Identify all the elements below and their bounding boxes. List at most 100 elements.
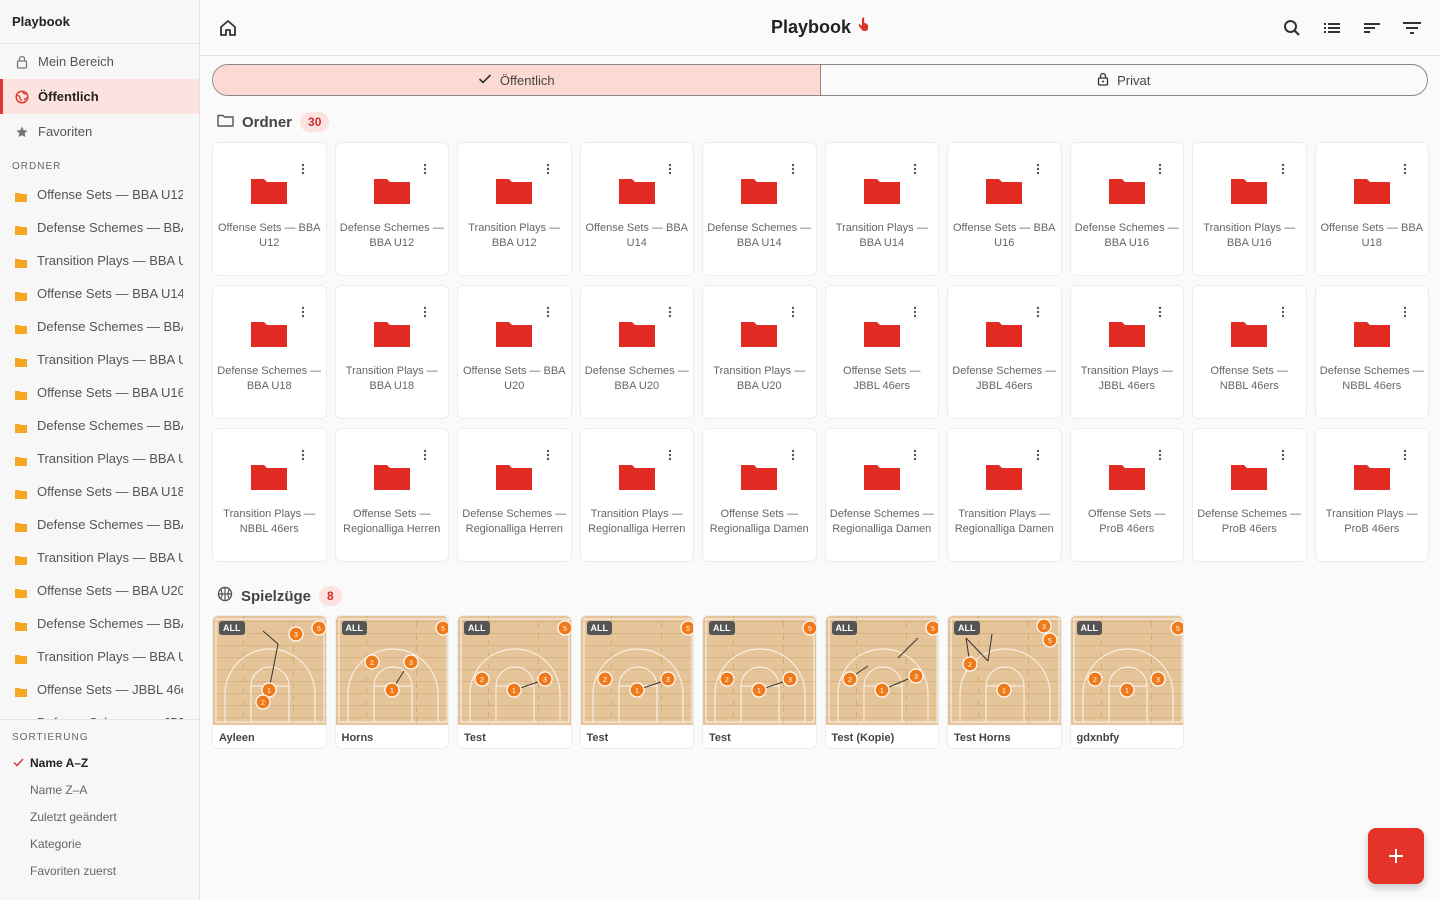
visibility-public-button[interactable]: Öffentlich — [213, 65, 821, 95]
folder-card[interactable]: Transition Plays — BBA U14 — [824, 142, 939, 276]
sort-option[interactable]: Kategorie — [0, 830, 199, 857]
more-options-icon[interactable] — [422, 306, 428, 318]
sidebar-folder-item[interactable]: Offense Sets — BBA U12 — [0, 178, 199, 211]
folder-card[interactable]: Defense Schemes — JBBL 46ers — [947, 285, 1062, 419]
sidebar-folder-item[interactable]: Transition Plays — BBA U12 — [0, 244, 199, 277]
folder-card[interactable]: Transition Plays — BBA U18 — [334, 285, 449, 419]
folder-card[interactable]: Offense Sets — Regionalliga Damen — [702, 428, 817, 562]
sort-option[interactable]: Favoriten zuerst — [0, 857, 199, 884]
more-options-icon[interactable] — [422, 163, 428, 175]
more-options-icon[interactable] — [790, 449, 796, 461]
more-options-icon[interactable] — [1280, 306, 1286, 318]
folder-card[interactable]: Offense Sets — BBA U12 — [212, 142, 327, 276]
sidebar-folder-item[interactable]: Defense Schemes — BBA U18 — [0, 508, 199, 541]
home-icon[interactable] — [218, 18, 238, 38]
more-options-icon[interactable] — [1280, 449, 1286, 461]
folder-card[interactable]: Defense Schemes — BBA U14 — [702, 142, 817, 276]
folder-card[interactable]: Transition Plays — Regionalliga Herren — [579, 428, 694, 562]
visibility-private-button[interactable]: Privat — [821, 65, 1428, 95]
folder-card[interactable]: Defense Schemes — ProB 46ers — [1192, 428, 1307, 562]
more-options-icon[interactable] — [1402, 163, 1408, 175]
more-options-icon[interactable] — [300, 306, 306, 318]
more-options-icon[interactable] — [1157, 306, 1163, 318]
folder-card[interactable]: Offense Sets — BBA U18 — [1314, 142, 1429, 276]
folder-card[interactable]: Offense Sets — BBA U16 — [947, 142, 1062, 276]
more-options-icon[interactable] — [667, 449, 673, 461]
more-options-icon[interactable] — [1402, 449, 1408, 461]
more-options-icon[interactable] — [1280, 163, 1286, 175]
folder-card[interactable]: Transition Plays — NBBL 46ers — [212, 428, 327, 562]
more-options-icon[interactable] — [1157, 449, 1163, 461]
folder-card[interactable]: Transition Plays — BBA U20 — [702, 285, 817, 419]
more-options-icon[interactable] — [545, 306, 551, 318]
folder-card[interactable]: Transition Plays — ProB 46ers — [1314, 428, 1429, 562]
more-options-icon[interactable] — [1157, 163, 1163, 175]
more-options-icon[interactable] — [300, 163, 306, 175]
play-card[interactable]: 3 1 2 5 ALL Ayleen — [212, 615, 327, 749]
folder-card[interactable]: Defense Schemes — BBA U20 — [579, 285, 694, 419]
folder-card[interactable]: Transition Plays — Regionalliga Damen — [947, 428, 1062, 562]
sidebar-folder-item[interactable]: Defense Schemes — JBBL 46ers — [0, 706, 199, 719]
folder-card[interactable]: Defense Schemes — BBA U12 — [334, 142, 449, 276]
folder-card[interactable]: Offense Sets — JBBL 46ers — [824, 285, 939, 419]
folder-card[interactable]: Transition Plays — BBA U12 — [457, 142, 572, 276]
more-options-icon[interactable] — [912, 306, 918, 318]
sidebar-folder-item[interactable]: Defense Schemes — BBA U14 — [0, 310, 199, 343]
folder-card[interactable]: Offense Sets — BBA U14 — [579, 142, 694, 276]
play-card[interactable]: 2 1 3 5 ALL Test Horns — [947, 615, 1062, 749]
more-options-icon[interactable] — [1035, 163, 1041, 175]
more-options-icon[interactable] — [1035, 449, 1041, 461]
folder-card[interactable]: Defense Schemes — Regionalliga Damen — [824, 428, 939, 562]
more-options-icon[interactable] — [790, 306, 796, 318]
more-options-icon[interactable] — [667, 306, 673, 318]
sidebar-folder-item[interactable]: Offense Sets — BBA U20 — [0, 574, 199, 607]
play-card[interactable]: 2 3 1 5 ALL Test — [457, 615, 572, 749]
more-options-icon[interactable] — [912, 449, 918, 461]
more-options-icon[interactable] — [422, 449, 428, 461]
folder-card[interactable]: Defense Schemes — BBA U16 — [1069, 142, 1184, 276]
sidebar-folder-item[interactable]: Defense Schemes — BBA U20 — [0, 607, 199, 640]
sidebar-folder-item[interactable]: Offense Sets — BBA U16 — [0, 376, 199, 409]
sort-icon[interactable] — [1362, 18, 1382, 38]
sidebar-item-favoriten[interactable]: Favoriten — [0, 114, 199, 149]
list-view-icon[interactable] — [1322, 18, 1342, 38]
sidebar-folder-item[interactable]: Transition Plays — BBA U16 — [0, 442, 199, 475]
folder-card[interactable]: Defense Schemes — BBA U18 — [212, 285, 327, 419]
more-options-icon[interactable] — [300, 449, 306, 461]
more-options-icon[interactable] — [1402, 306, 1408, 318]
sidebar-item-oeffentlich[interactable]: Öffentlich — [0, 79, 199, 114]
add-button[interactable] — [1368, 828, 1424, 884]
sidebar-folder-item[interactable]: Transition Plays — BBA U18 — [0, 541, 199, 574]
folder-card[interactable]: Defense Schemes — Regionalliga Herren — [457, 428, 572, 562]
more-options-icon[interactable] — [545, 449, 551, 461]
sidebar-folder-item[interactable]: Transition Plays — BBA U20 — [0, 640, 199, 673]
more-options-icon[interactable] — [545, 163, 551, 175]
sidebar-item-mein-bereich[interactable]: Mein Bereich — [0, 44, 199, 79]
sidebar-folder-item[interactable]: Defense Schemes — BBA U16 — [0, 409, 199, 442]
more-options-icon[interactable] — [912, 163, 918, 175]
sidebar-folder-item[interactable]: Offense Sets — BBA U18 — [0, 475, 199, 508]
filter-icon[interactable] — [1402, 18, 1422, 38]
folder-card[interactable]: Transition Plays — JBBL 46ers — [1069, 285, 1184, 419]
folder-card[interactable]: Offense Sets — BBA U20 — [457, 285, 572, 419]
play-card[interactable]: 2 3 1 5 ALL gdxnbfy — [1069, 615, 1184, 749]
play-card[interactable]: 2 3 1 5 ALL Test (Kopie) — [824, 615, 939, 749]
play-card[interactable]: 2 3 1 5 ALL Test — [579, 615, 694, 749]
folder-card[interactable]: Offense Sets — NBBL 46ers — [1192, 285, 1307, 419]
more-options-icon[interactable] — [1035, 306, 1041, 318]
more-options-icon[interactable] — [790, 163, 796, 175]
folder-card[interactable]: Transition Plays — BBA U16 — [1192, 142, 1307, 276]
sidebar-folder-item[interactable]: Transition Plays — BBA U14 — [0, 343, 199, 376]
search-icon[interactable] — [1282, 18, 1302, 38]
play-card[interactable]: 2 3 1 5 ALL Test — [702, 615, 817, 749]
folder-card[interactable]: Offense Sets — ProB 46ers — [1069, 428, 1184, 562]
sort-option[interactable]: Name Z–A — [0, 776, 199, 803]
sort-option[interactable]: Name A–Z — [0, 749, 199, 776]
sidebar-folder-item[interactable]: Offense Sets — JBBL 46ers — [0, 673, 199, 706]
folder-card[interactable]: Defense Schemes — NBBL 46ers — [1314, 285, 1429, 419]
sidebar-folder-item[interactable]: Defense Schemes — BBA U12 — [0, 211, 199, 244]
sort-option[interactable]: Zuletzt geändert — [0, 803, 199, 830]
sidebar-folder-item[interactable]: Offense Sets — BBA U14 — [0, 277, 199, 310]
more-options-icon[interactable] — [667, 163, 673, 175]
folder-card[interactable]: Offense Sets — Regionalliga Herren — [334, 428, 449, 562]
